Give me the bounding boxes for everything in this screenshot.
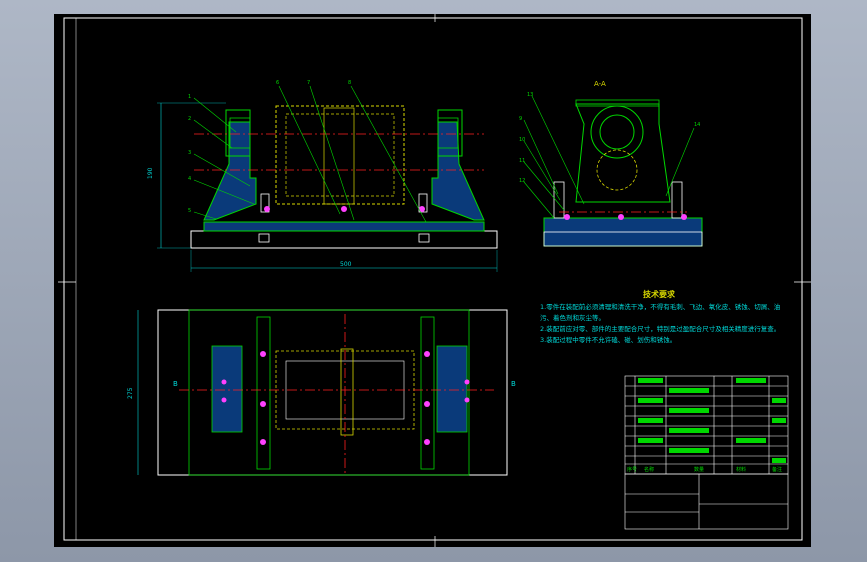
dim-overall-width: 500	[340, 261, 352, 268]
plan-view: 275 B B	[127, 309, 516, 476]
callout-4: 4	[188, 176, 191, 182]
header-no: 序号	[627, 466, 637, 473]
header-name: 名称	[644, 466, 654, 473]
svg-text:B: B	[511, 380, 516, 388]
technical-note-1b: 污、着色剂和灰尘等。	[540, 314, 605, 322]
front-view: 190 500	[147, 85, 498, 272]
callout-7: 7	[307, 80, 310, 86]
svg-text:B: B	[173, 380, 178, 388]
technical-note-2: 2.装配前应对零、部件的主要配合尺寸，特别是过盈配合尺寸及相关精度进行复查。	[540, 325, 781, 333]
dim-plan-depth: 275	[127, 387, 134, 399]
drawing-viewport[interactable]: 190 500 1 2 3 4 5 6 7 8 A-A 13 9 10 11 1…	[54, 14, 811, 547]
callout-10: 10	[519, 137, 525, 143]
cad-drawing: 190 500 1 2 3 4 5 6 7 8 A-A 13 9 10 11 1…	[58, 14, 811, 547]
section-view: A-A	[523, 80, 703, 247]
inner-border	[75, 17, 803, 541]
parts-list-rows	[638, 378, 786, 463]
callout-3: 3	[188, 150, 191, 156]
header-qty: 数量	[694, 466, 704, 473]
callout-11: 11	[519, 158, 525, 164]
technical-notes-title: 技术要求	[643, 290, 675, 299]
outer-border	[63, 17, 803, 541]
header-material: 材料	[736, 466, 746, 473]
callout-8: 8	[348, 80, 351, 86]
section-label: A-A	[594, 80, 606, 88]
dim-overall-height: 190	[147, 167, 154, 179]
callout-14: 14	[694, 122, 700, 128]
callout-13: 13	[527, 92, 533, 98]
callout-9: 9	[519, 116, 522, 122]
technical-note-3: 3.装配过程中零件不允许磕、碰、划伤和锈蚀。	[540, 336, 677, 344]
callout-12: 12	[519, 178, 525, 184]
callout-2: 2	[188, 116, 191, 122]
callout-1: 1	[188, 94, 191, 100]
technical-note-1: 1.零件在装配前必须清理和清洗干净，不得有毛刺、飞边、氧化皮、锈蚀、切屑、油	[540, 303, 781, 311]
callout-5: 5	[188, 208, 191, 214]
callout-6: 6	[276, 80, 279, 86]
header-remark: 备注	[772, 466, 782, 473]
